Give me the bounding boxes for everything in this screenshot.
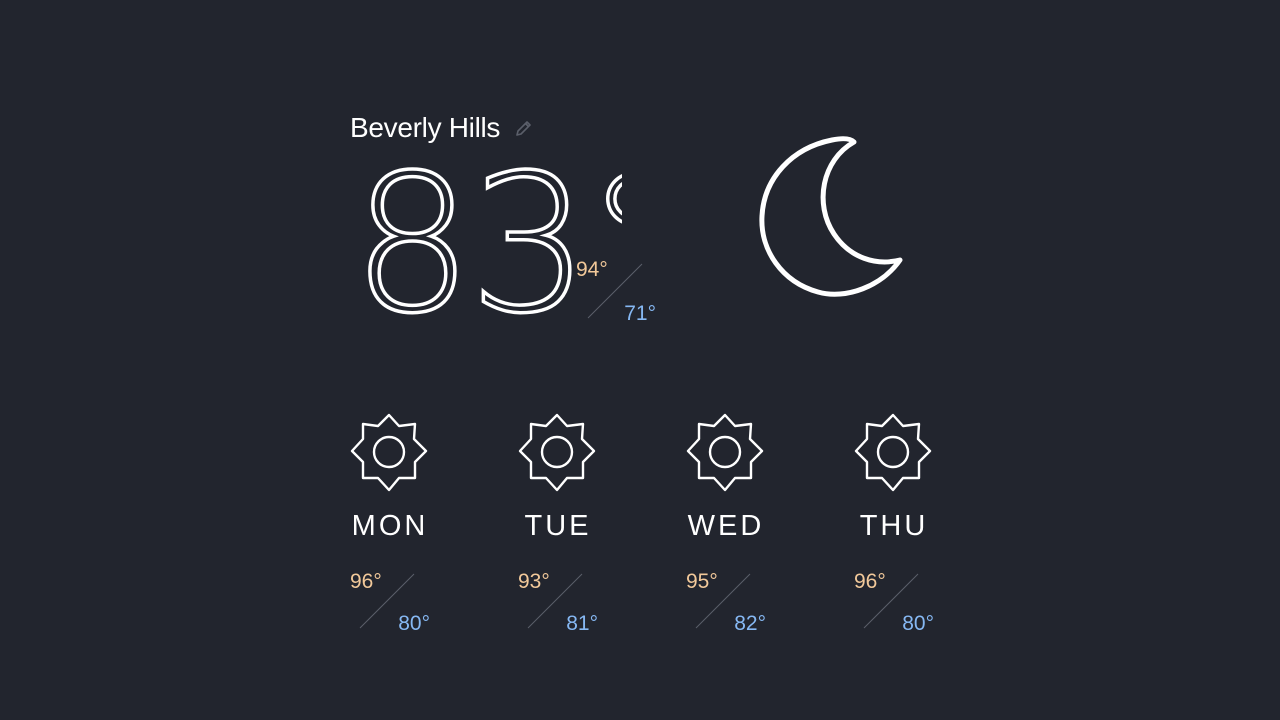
today-high: 94° — [576, 258, 608, 281]
pencil-icon[interactable] — [514, 118, 534, 138]
forecast-day-label: WED — [687, 510, 765, 542]
forecast-low: 80° — [902, 612, 934, 635]
forecast-high: 96° — [854, 570, 886, 593]
forecast-high-low: 96° 80° — [350, 570, 430, 636]
forecast-low: 80° — [398, 612, 430, 635]
forecast-high-low: 93° 81° — [518, 570, 598, 636]
location-name: Beverly Hills — [350, 112, 501, 143]
forecast-day-wed[interactable]: WED 95° 82° — [676, 410, 776, 640]
forecast-high-low: 96° 80° — [854, 570, 934, 636]
moon-icon — [759, 136, 903, 297]
sun-icon — [350, 413, 428, 492]
weather-card: Beverly Hills 83° 94° 71° MON — [0, 0, 1280, 720]
forecast-low: 82° — [734, 612, 766, 635]
forecast-day-thu[interactable]: THU 96° 80° — [844, 410, 944, 640]
sun-icon — [518, 413, 596, 492]
forecast-day-mon[interactable]: MON 96° 80° — [340, 410, 440, 640]
forecast-day-label: TUE — [524, 510, 592, 542]
forecast-low: 81° — [566, 612, 598, 635]
forecast-high: 96° — [350, 570, 382, 593]
forecast-day-tue[interactable]: TUE 93° 81° — [508, 410, 608, 640]
today-high-low: 94° 71° — [576, 258, 656, 326]
forecast-high: 93° — [518, 570, 550, 593]
forecast-day-label: THU — [859, 510, 929, 542]
forecast-day-label: MON — [351, 510, 429, 542]
sun-icon — [854, 413, 932, 492]
today-low: 71° — [624, 302, 656, 325]
sun-icon — [686, 413, 764, 492]
forecast-high-low: 95° 82° — [686, 570, 766, 636]
forecast-row: MON 96° 80° TUE 93° 81° WED 95° 82° THU … — [340, 410, 940, 650]
forecast-high: 95° — [686, 570, 718, 593]
location-header: Beverly Hills — [350, 112, 534, 144]
